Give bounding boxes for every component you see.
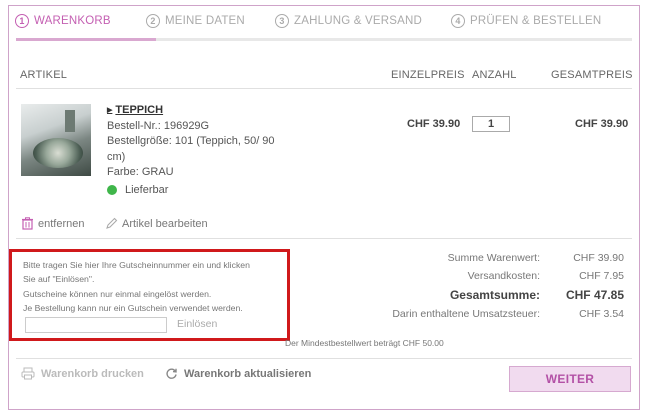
line-total: CHF 39.90 <box>575 118 629 130</box>
pencil-icon <box>106 217 118 229</box>
vat-label: Darin enthaltene Umsatzsteuer: <box>392 308 540 320</box>
coupon-instructions: Bitte tragen Sie hier Ihre Gutscheinnumm… <box>23 260 250 313</box>
step-label: PRÜFEN & BESTELLEN <box>470 15 602 27</box>
refresh-icon <box>166 368 177 379</box>
availability-label: Lieferbar <box>125 183 169 196</box>
divider <box>16 88 632 89</box>
quantity-input[interactable]: 1 <box>472 116 510 132</box>
edit-label: Artikel bearbeiten <box>122 217 208 230</box>
divider <box>16 238 632 239</box>
product-color: Farbe: GRAU <box>107 166 174 178</box>
step-label: WARENKORB <box>34 15 111 27</box>
column-header-anzahl: ANZAHL <box>472 69 517 81</box>
remove-label: entfernen <box>38 217 85 230</box>
product-image[interactable] <box>21 104 91 176</box>
step-number-icon: 2 <box>146 14 160 28</box>
coupon-code-input[interactable] <box>25 317 167 333</box>
remove-button[interactable]: entfernen <box>21 217 84 230</box>
next-button[interactable]: WEITER <box>509 366 631 392</box>
total-value: CHF 47.85 <box>565 288 624 302</box>
step-meine-daten[interactable]: 2 MEINE DATEN <box>146 14 245 28</box>
vat-value: CHF 3.54 <box>579 308 624 320</box>
checkout-steps: 1 WARENKORB 2 MEINE DATEN 3 ZAHLUNG & VE… <box>9 6 639 41</box>
shipping-value: CHF 7.95 <box>579 270 624 282</box>
column-header-artikel: ARTIKEL <box>20 69 68 81</box>
step-warenkorb[interactable]: 1 WARENKORB <box>15 14 111 28</box>
order-number: Bestell-Nr.: 196929G <box>107 119 210 132</box>
availability: Lieferbar <box>107 183 275 199</box>
column-header-gesamtpreis: GESAMTPREIS <box>551 69 633 81</box>
shipping-label: Versandkosten: <box>467 270 540 282</box>
step-progress-bar <box>16 38 632 41</box>
cart-panel: 1 WARENKORB 2 MEINE DATEN 3 ZAHLUNG & VE… <box>8 5 640 410</box>
print-cart-label: Warenkorb drucken <box>41 367 144 380</box>
product-details: ▶ TEPPICH Bestell-Nr.: 196929G Bestellgr… <box>107 103 275 198</box>
product-name: TEPPICH <box>115 104 164 116</box>
step-number-icon: 3 <box>275 14 289 28</box>
step-pruefen-bestellen[interactable]: 4 PRÜFEN & BESTELLEN <box>451 14 601 28</box>
update-cart-button[interactable]: Warenkorb aktualisieren <box>165 367 311 380</box>
step-number-icon: 4 <box>451 14 465 28</box>
subtotal-value: CHF 39.90 <box>573 252 624 264</box>
redeem-button[interactable]: Einlösen <box>177 318 217 330</box>
divider <box>16 358 632 359</box>
print-cart-button[interactable]: Warenkorb drucken <box>21 367 144 380</box>
order-size-cont: cm) <box>107 150 126 163</box>
unit-price: CHF 39.90 <box>407 118 461 130</box>
column-header-einzelpreis: EINZELPREIS <box>391 69 465 81</box>
printer-icon <box>21 367 35 380</box>
product-link[interactable]: ▶ TEPPICH <box>107 103 275 119</box>
total-label: Gesamtsumme: <box>449 288 540 302</box>
update-cart-label: Warenkorb aktualisieren <box>184 367 312 380</box>
step-label: ZAHLUNG & VERSAND <box>294 15 423 27</box>
subtotal-label: Summe Warenwert: <box>447 252 540 264</box>
step-number-icon: 1 <box>15 14 29 28</box>
step-label: MEINE DATEN <box>165 15 245 27</box>
order-size: Bestellgröße: 101 (Teppich, 50/ 90 <box>107 135 275 147</box>
trash-icon <box>22 217 33 230</box>
caret-right-icon: ▶ <box>107 107 113 114</box>
edit-item-button[interactable]: Artikel bearbeiten <box>105 217 208 230</box>
availability-dot-icon <box>107 185 117 196</box>
step-zahlung-versand[interactable]: 3 ZAHLUNG & VERSAND <box>275 14 422 28</box>
min-order-note: Der Mindestbestellwert beträgt CHF 50.00 <box>285 338 444 348</box>
coupon-box: Bitte tragen Sie hier Ihre Gutscheinnumm… <box>9 249 290 341</box>
